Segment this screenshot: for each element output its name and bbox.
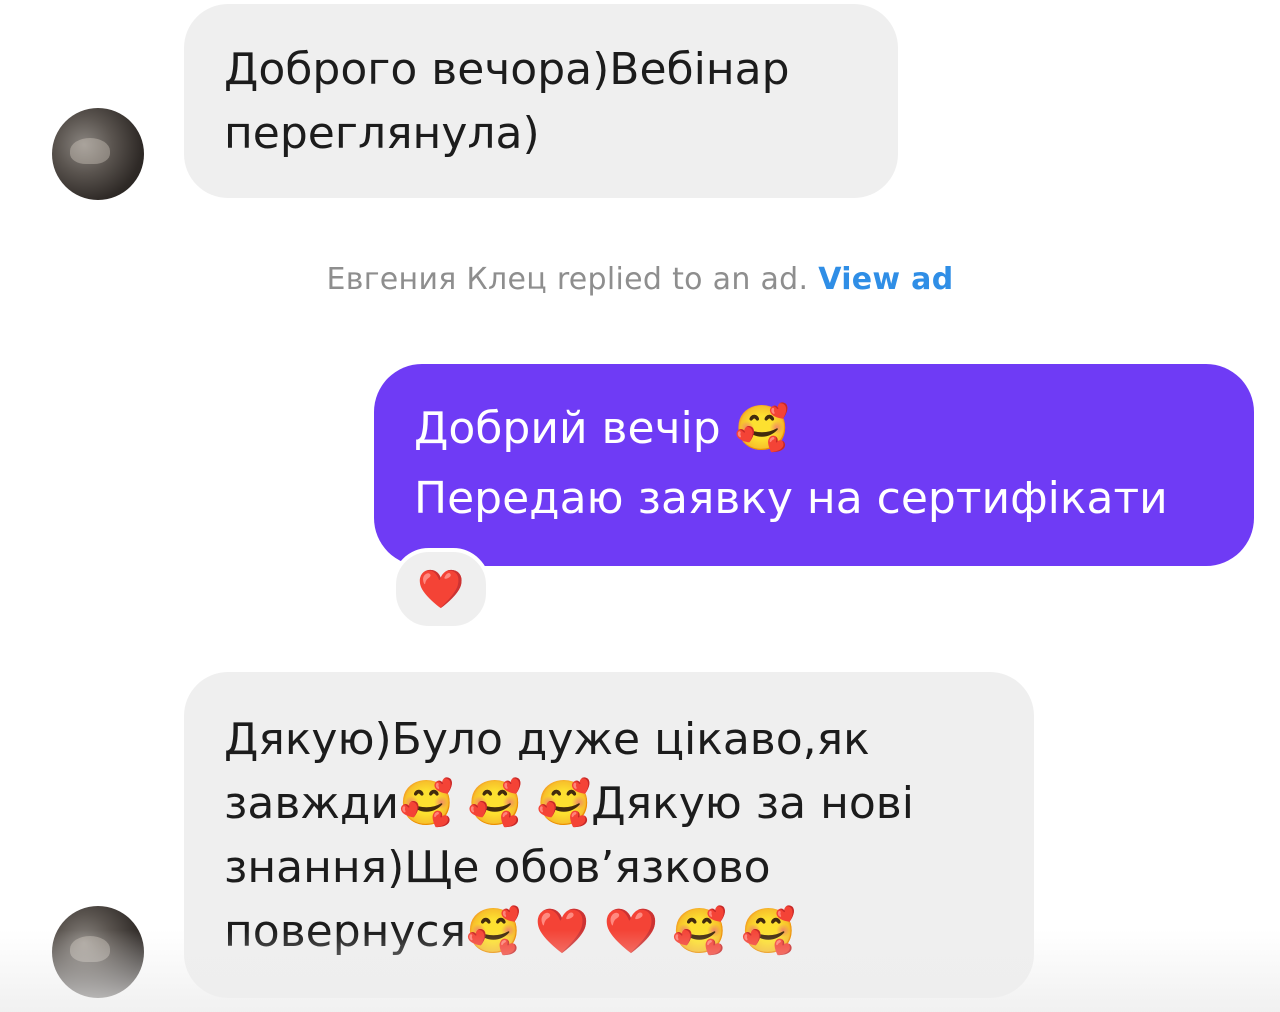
message-text-line: Доброго вечора)Вебінар (224, 44, 790, 95)
heart-icon: ❤️ (417, 566, 465, 611)
incoming-message-bubble[interactable]: Дякую)Було дуже цікаво,як завжди🥰 🥰 🥰Дяк… (184, 672, 1034, 998)
sender-avatar[interactable] (52, 108, 144, 200)
ad-reply-notice-text: Евгения Клец replied to an ad. (326, 262, 809, 297)
sender-avatar[interactable] (52, 906, 144, 998)
message-text-line: Передаю заявку на сертифікати (414, 473, 1168, 524)
incoming-message-bubble[interactable]: Доброго вечора)Вебінар переглянула) (184, 4, 898, 198)
message-text-line: Добрий вечір 🥰 (414, 403, 790, 454)
message-text-line: знання)Ще обов’язково (224, 842, 771, 893)
view-ad-link[interactable]: View ad (818, 262, 953, 297)
message-text-line: завжди🥰 🥰 🥰Дякую за нові (224, 778, 914, 829)
heart-reaction[interactable]: ❤️ (392, 548, 490, 630)
message-text-line: Дякую)Було дуже цікаво,як (224, 714, 870, 765)
ad-reply-notice: Евгения Клец replied to an ad. View ad (0, 262, 1280, 297)
message-text-line: повернуся🥰 ❤️ ❤️ 🥰 🥰 (224, 906, 796, 957)
outgoing-message-bubble[interactable]: Добрий вечір 🥰 Передаю заявку на сертифі… (374, 364, 1254, 566)
message-text-line: переглянула) (224, 108, 540, 159)
